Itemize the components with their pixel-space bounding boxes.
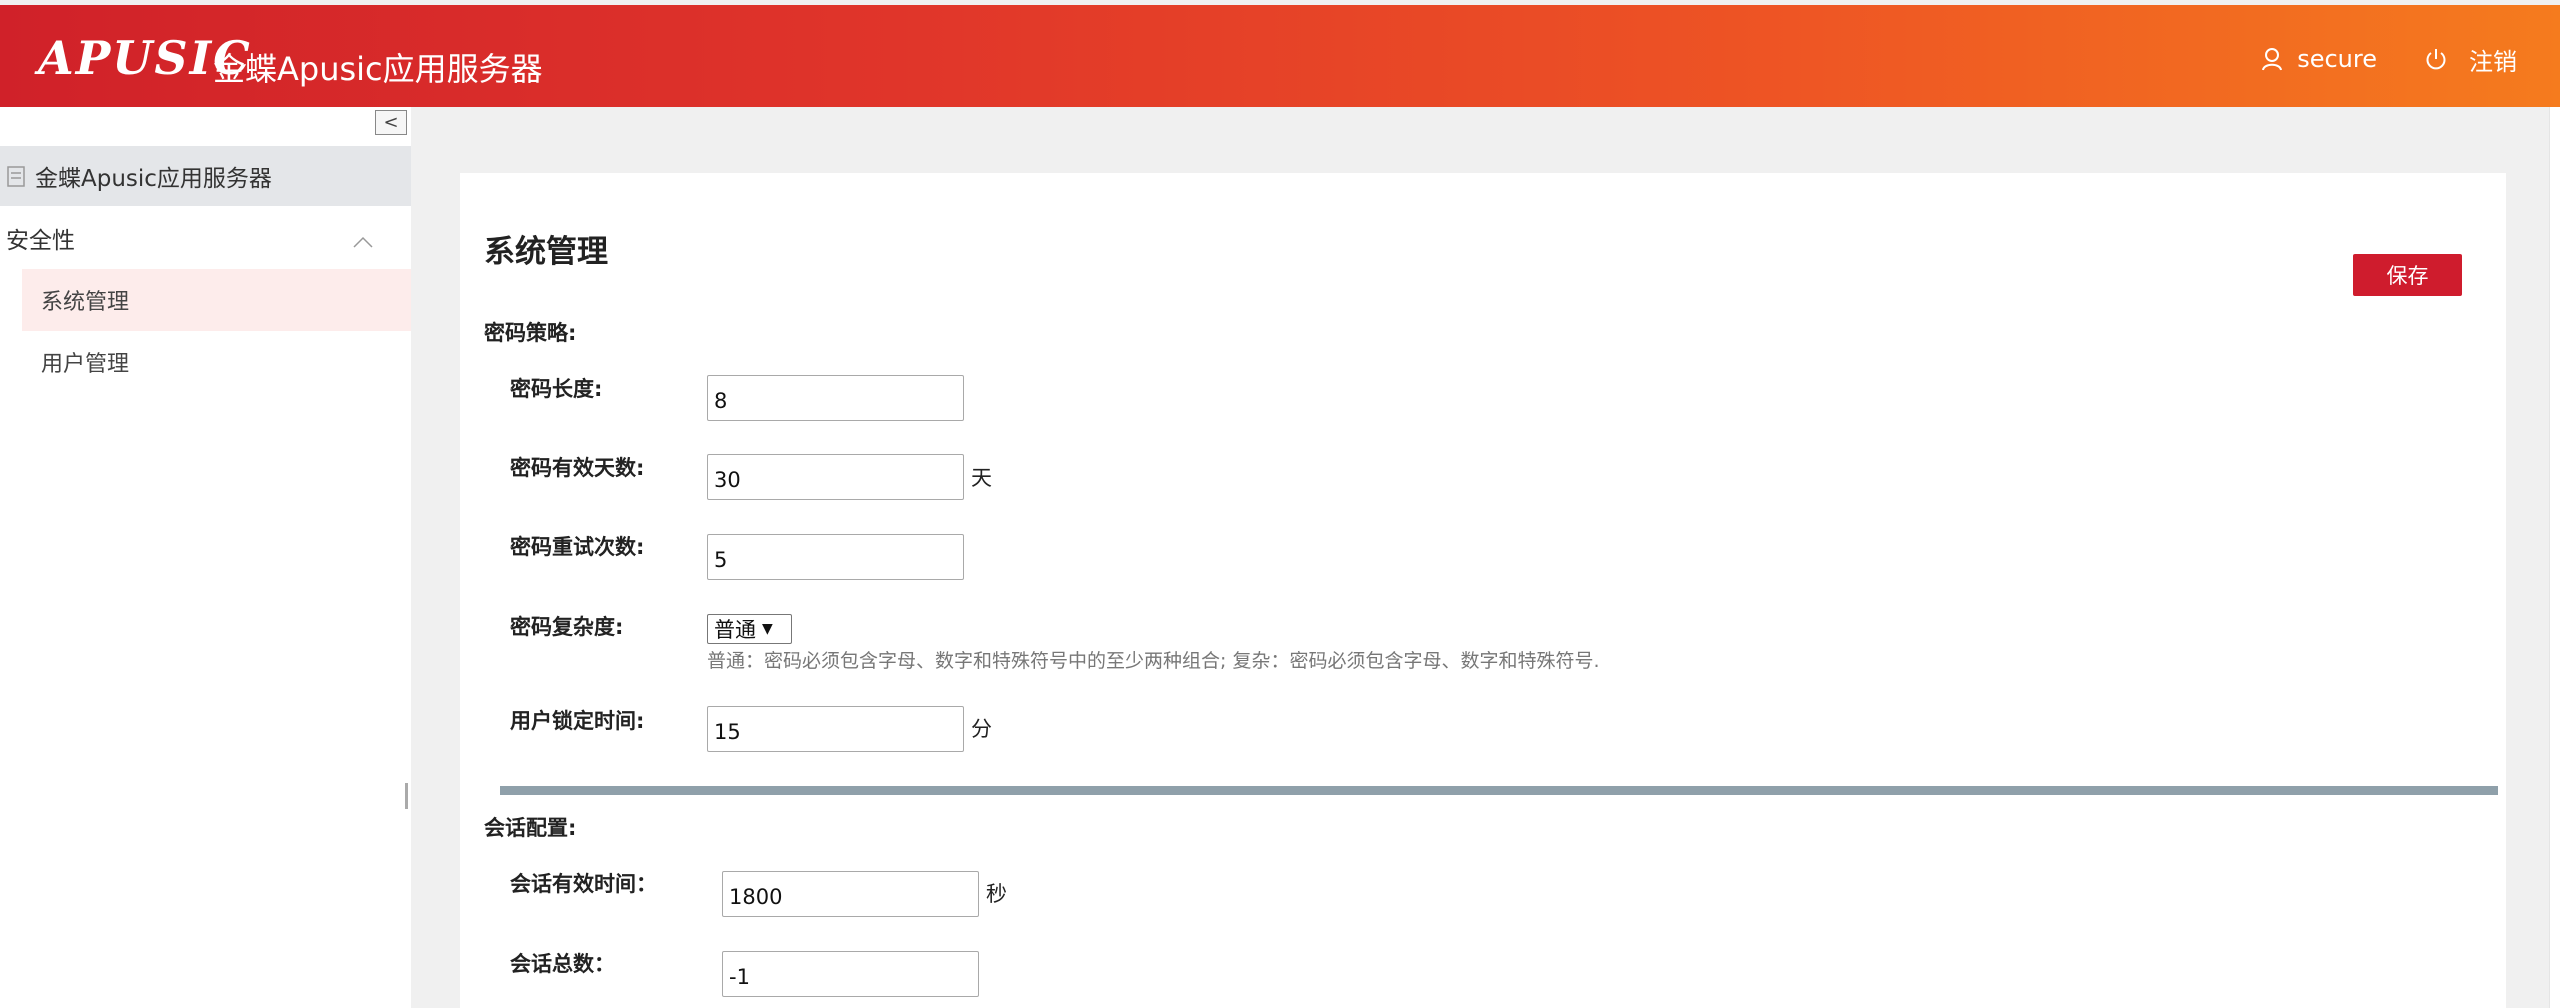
group-label: 安全性 (6, 228, 75, 254)
sidebar-item-label: 用户管理 (41, 352, 130, 377)
page-scrollbar[interactable] (2549, 107, 2560, 1008)
chevron-up-icon[interactable] (352, 229, 374, 255)
session-timeout-input[interactable] (722, 871, 979, 917)
days-unit: 天 (971, 466, 992, 490)
sidebar-resize-handle[interactable] (405, 783, 408, 809)
user-lock-time-label: 用户锁定时间: (510, 709, 645, 733)
password-valid-days-label: 密码有效天数: (510, 456, 645, 480)
password-policy-title: 密码策略: (484, 321, 577, 345)
complexity-selected-value: 普通 (714, 618, 756, 642)
sidebar-group-security[interactable]: 安全性 (0, 207, 411, 269)
chevron-left-icon: < (383, 112, 399, 133)
complexity-hint: 普通：密码必须包含字母、数字和特殊符号中的至少两种组合; 复杂：密码必须包含字母… (707, 650, 1600, 672)
password-complexity-select[interactable]: 普通 ▼ (707, 614, 792, 644)
password-length-input[interactable] (707, 375, 964, 421)
session-total-input[interactable] (722, 951, 979, 997)
top-header: APUSIC 金蝶Apusic应用服务器 secure 注销 (0, 5, 2560, 107)
password-retry-label: 密码重试次数: (510, 535, 645, 559)
section-divider (500, 786, 2498, 795)
server-label: 金蝶Apusic应用服务器 (35, 166, 272, 192)
minutes-unit: 分 (971, 717, 992, 741)
logout-link[interactable]: 注销 (2469, 42, 2517, 77)
seconds-unit: 秒 (986, 882, 1007, 906)
user-lock-time-input[interactable] (707, 706, 964, 752)
session-total-label: 会话总数： (510, 952, 615, 976)
password-length-label: 密码长度: (510, 377, 603, 401)
app-title: 金蝶Apusic应用服务器 (213, 50, 543, 88)
password-retry-input[interactable] (707, 534, 964, 580)
power-icon[interactable] (2425, 47, 2447, 71)
sidebar-item-system-management[interactable]: 系统管理 (22, 269, 411, 331)
sidebar-item-user-management[interactable]: 用户管理 (22, 331, 411, 393)
sidebar-item-label: 系统管理 (41, 290, 130, 315)
dropdown-arrow-icon: ▼ (762, 621, 773, 637)
page-title: 系统管理 (484, 234, 608, 270)
username-link[interactable]: secure (2297, 45, 2377, 73)
server-icon (6, 164, 26, 188)
sidebar: < 金蝶Apusic应用服务器 安全性 系统管理 用户管理 (0, 107, 411, 1008)
password-complexity-label: 密码复杂度: (510, 615, 624, 639)
user-icon[interactable] (2261, 47, 2283, 71)
password-valid-days-input[interactable] (707, 454, 964, 500)
save-button[interactable]: 保存 (2353, 254, 2462, 296)
server-tree-root[interactable]: 金蝶Apusic应用服务器 (0, 146, 411, 206)
session-config-title: 会话配置: (484, 816, 577, 840)
collapse-sidebar-button[interactable]: < (375, 110, 407, 135)
session-timeout-label: 会话有效时间： (510, 872, 657, 896)
user-area: secure 注销 (2261, 39, 2517, 79)
